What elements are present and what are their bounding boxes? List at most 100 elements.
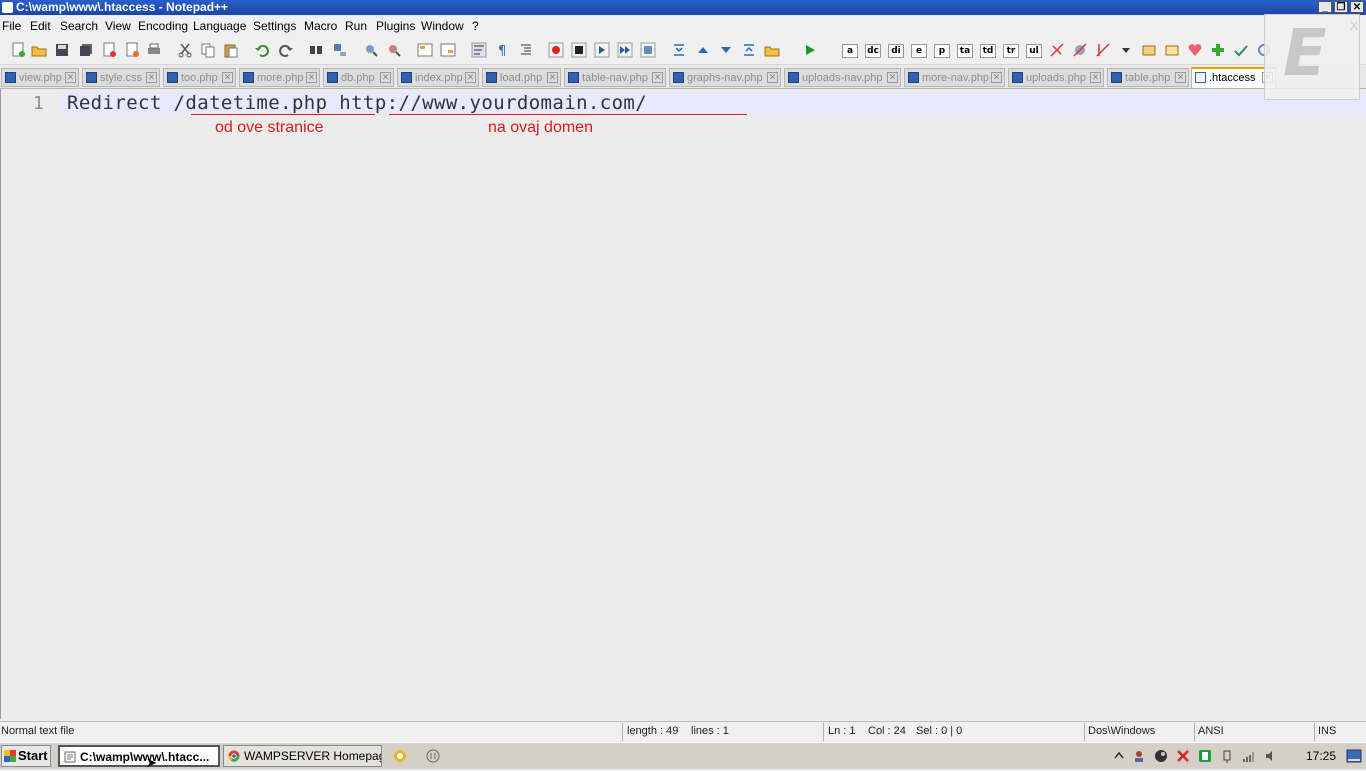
- tray-antivirus-icon[interactable]: [1176, 749, 1190, 763]
- replace-icon[interactable]: [332, 42, 348, 58]
- arrow-down-icon[interactable]: [718, 42, 734, 58]
- close-button[interactable]: ✕: [1350, 1, 1364, 13]
- save-all-icon[interactable]: [78, 42, 94, 58]
- close-icon[interactable]: ✕: [767, 72, 778, 83]
- save-icon[interactable]: [54, 42, 70, 58]
- quick-launch-icon[interactable]: [393, 749, 407, 763]
- tag-ta-button[interactable]: ta: [957, 44, 973, 58]
- spell-check-icon[interactable]: [1233, 42, 1249, 58]
- tab-index-php[interactable]: index.php ✕: [397, 68, 479, 87]
- clear-format-icon[interactable]: [1072, 42, 1088, 58]
- menu-encoding[interactable]: Encoding: [138, 19, 188, 33]
- menu-run[interactable]: Run: [345, 19, 367, 33]
- menu-view[interactable]: View: [105, 19, 131, 33]
- tray-network-icon[interactable]: [1242, 749, 1256, 763]
- tray-volume-icon[interactable]: [1264, 749, 1278, 763]
- code-line[interactable]: Redirect /datetime.php http://www.yourdo…: [67, 92, 647, 114]
- new-file-icon[interactable]: [10, 42, 26, 58]
- menu-help[interactable]: ?: [472, 19, 479, 33]
- close-icon[interactable]: ✕: [465, 72, 476, 83]
- restore-button[interactable]: ❐: [1334, 1, 1348, 13]
- strip-tags-icon[interactable]: [1095, 42, 1111, 58]
- start-button[interactable]: Start: [1, 745, 51, 767]
- cut-icon[interactable]: [177, 42, 193, 58]
- close-icon[interactable]: ✕: [306, 72, 317, 83]
- tab-style-css[interactable]: style.css ✕: [82, 68, 160, 87]
- tag-ul-button[interactable]: ul: [1026, 44, 1042, 58]
- quick-launch-icon-2[interactable]: [426, 749, 440, 763]
- close-icon[interactable]: ✕: [887, 72, 898, 83]
- task-wampserver[interactable]: WAMPSERVER Homepag...: [223, 745, 382, 767]
- menu-window[interactable]: Window: [421, 19, 464, 33]
- show-all-characters-icon[interactable]: ¶: [494, 42, 510, 58]
- close-icon[interactable]: ✕: [652, 72, 663, 83]
- tag-p-button[interactable]: p: [934, 44, 950, 58]
- close-icon[interactable]: ✕: [222, 72, 233, 83]
- stop-macro-icon[interactable]: [571, 42, 587, 58]
- open-file-icon[interactable]: [31, 42, 47, 58]
- close-icon[interactable]: ✕: [146, 72, 157, 83]
- tray-expand-icon[interactable]: [1112, 749, 1126, 763]
- menu-file[interactable]: File: [2, 19, 21, 33]
- tab-table-php[interactable]: table.php ✕: [1107, 68, 1189, 87]
- run-macro-multiple-icon[interactable]: [617, 42, 633, 58]
- sync-horizontal-icon[interactable]: [440, 42, 456, 58]
- tab-uploads-php[interactable]: uploads.php ✕: [1008, 68, 1104, 87]
- tab-more-nav-php[interactable]: more-nav.php ✕: [904, 68, 1005, 87]
- minimize-button[interactable]: _: [1318, 1, 1332, 13]
- tab-load-php[interactable]: load.php ✕: [482, 68, 561, 87]
- close-file-icon[interactable]: [101, 42, 117, 58]
- tab-table-nav-php[interactable]: table-nav.php ✕: [564, 68, 666, 87]
- folder-search-icon[interactable]: [1141, 42, 1157, 58]
- menu-language[interactable]: Language: [193, 19, 246, 33]
- close-icon[interactable]: ✕: [380, 72, 391, 83]
- tray-steam-icon[interactable]: [1154, 749, 1168, 763]
- heart-icon[interactable]: [1187, 42, 1203, 58]
- close-icon[interactable]: ✕: [1175, 72, 1186, 83]
- close-icon[interactable]: ✕: [1090, 72, 1101, 83]
- unfold-all-icon[interactable]: [741, 42, 757, 58]
- folder-open-icon[interactable]: [1164, 42, 1180, 58]
- tab-view-php[interactable]: view.php ✕: [1, 68, 79, 87]
- run-icon[interactable]: [802, 42, 818, 58]
- task-notepadpp[interactable]: C:\wamp\www\.htacc...: [58, 745, 220, 767]
- editor-area[interactable]: 1 Redirect /datetime.php http://www.your…: [0, 89, 1366, 719]
- dropdown-icon[interactable]: [1118, 42, 1134, 58]
- tab-uploads-nav-php[interactable]: uploads-nav.php ✕: [784, 68, 901, 87]
- plus-plugin-icon[interactable]: [1210, 42, 1226, 58]
- word-wrap-icon[interactable]: [471, 42, 487, 58]
- remove-tag-icon[interactable]: [1049, 42, 1065, 58]
- redo-icon[interactable]: [278, 42, 294, 58]
- tab-graphs-nav-php[interactable]: graphs-nav.php ✕: [669, 68, 781, 87]
- copy-icon[interactable]: [200, 42, 216, 58]
- tab-db-php[interactable]: db.php ✕: [323, 68, 394, 87]
- save-macro-icon[interactable]: [640, 42, 656, 58]
- close-icon[interactable]: ✕: [65, 72, 76, 83]
- show-desktop-icon[interactable]: [1346, 749, 1362, 763]
- close-all-icon[interactable]: [124, 42, 140, 58]
- tab-more-php[interactable]: more.php ✕: [239, 68, 320, 87]
- tray-wamp-icon[interactable]: [1198, 749, 1212, 763]
- tag-tr-button[interactable]: tr: [1003, 44, 1019, 58]
- find-icon[interactable]: [308, 42, 324, 58]
- record-macro-icon[interactable]: [548, 42, 564, 58]
- tag-di-button[interactable]: di: [888, 44, 904, 58]
- menu-settings[interactable]: Settings: [253, 19, 296, 33]
- tray-user-icon[interactable]: [1132, 749, 1146, 763]
- arrow-up-icon[interactable]: [695, 42, 711, 58]
- zoom-out-icon[interactable]: [386, 42, 402, 58]
- close-icon[interactable]: ✕: [547, 72, 558, 83]
- tag-e-button[interactable]: e: [911, 44, 927, 58]
- tag-td-button[interactable]: td: [980, 44, 996, 58]
- tag-a-button[interactable]: a: [842, 44, 858, 58]
- tag-dc-button[interactable]: dc: [865, 44, 881, 58]
- zoom-in-icon[interactable]: [363, 42, 379, 58]
- undo-icon[interactable]: [254, 42, 270, 58]
- menu-edit[interactable]: Edit: [30, 19, 51, 33]
- tab-too-php[interactable]: too.php ✕: [163, 68, 236, 87]
- tray-power-icon[interactable]: [1220, 749, 1234, 763]
- menu-plugins[interactable]: Plugins: [376, 19, 415, 33]
- print-icon[interactable]: [146, 42, 162, 58]
- close-icon[interactable]: ✕: [991, 72, 1002, 83]
- folder-icon[interactable]: [764, 42, 780, 58]
